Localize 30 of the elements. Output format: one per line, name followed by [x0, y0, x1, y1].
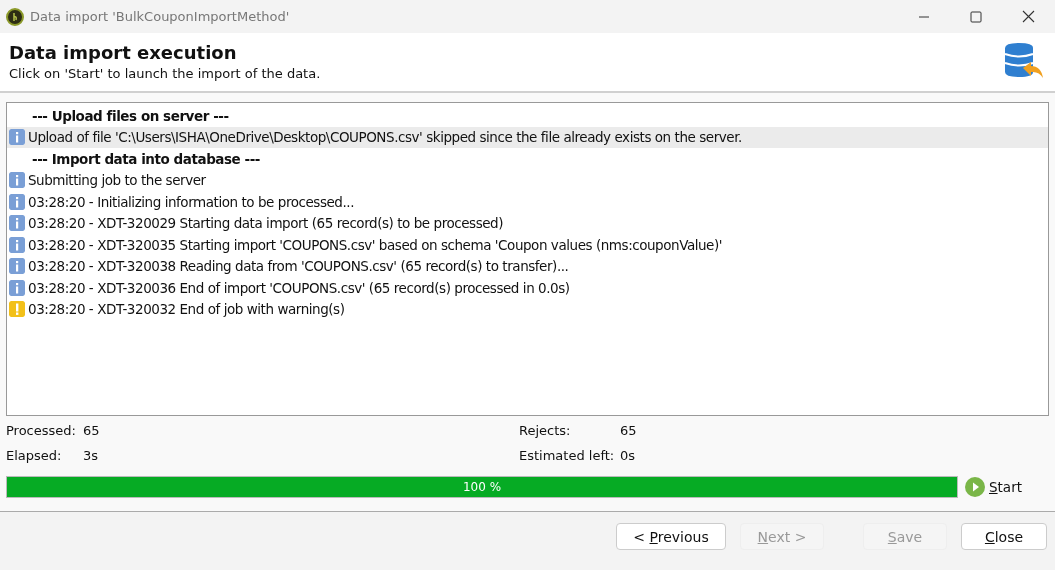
stat-value: 65 [83, 423, 100, 438]
log-message: 03:28:20 - XDT-320032 End of job with warning(s) [28, 301, 345, 318]
app-logo-icon [6, 7, 24, 26]
page-title: Data import execution [9, 42, 238, 63]
log-section-heading: --- Upload files on server --- [31, 107, 229, 124]
close-button[interactable]: Close [961, 523, 1047, 550]
page-subtitle: Click on 'Start' to launch the import of the data. [9, 66, 321, 81]
log-message: Submitting job to the server [28, 172, 206, 189]
progress-reading: 100 % [461, 480, 503, 494]
close-icon[interactable] [1022, 10, 1035, 23]
stat-label: Elapsed: [6, 448, 63, 463]
start-button[interactable]: Start [965, 477, 1022, 497]
previous-button[interactable]: < Previous [616, 523, 726, 550]
play-icon [965, 477, 985, 497]
stat-label: Rejects: [519, 423, 572, 438]
stat-value: 65 [620, 423, 637, 438]
log-message: 03:28:20 - XDT-320036 End of import 'COUPONS.csv' (65 record(s) processed in 0.0s) [28, 279, 570, 296]
log-message: Upload of file 'C:\Users\ISHA\OneDrive\Desktop\COUPONS.csv' skipped since the file already exists on the server. [28, 129, 742, 146]
stat-label: Estimated left: [519, 448, 616, 463]
log-message: 03:28:20 - XDT-320035 Starting import 'COUPONS.csv' based on schema 'Coupon values (nms:couponValue)' [28, 236, 723, 253]
stat-value: 3s [83, 448, 99, 463]
maximize-icon[interactable] [970, 10, 982, 23]
log-row-highlight[interactable]: Upload of file 'C:\Users\ISHA\OneDrive\Desktop\COUPONS.csv' skipped since the file already exists on the server. [7, 126, 1048, 148]
stat-value: 0s [620, 448, 636, 463]
log-message: 03:28:20 - Initializing information to be processed... [28, 193, 354, 210]
log-message: 03:28:20 - XDT-320038 Reading data from 'COUPONS.csv' (65 record(s) to transfer)... [28, 258, 569, 275]
log-message: 03:28:20 - XDT-320029 Starting data import (65 record(s) to be processed) [28, 215, 504, 232]
stat-label: Processed: [6, 423, 77, 438]
window-title: Data import 'BulkCouponImportMethod' [30, 9, 290, 24]
log-section-heading: --- Import data into database --- [31, 150, 260, 167]
